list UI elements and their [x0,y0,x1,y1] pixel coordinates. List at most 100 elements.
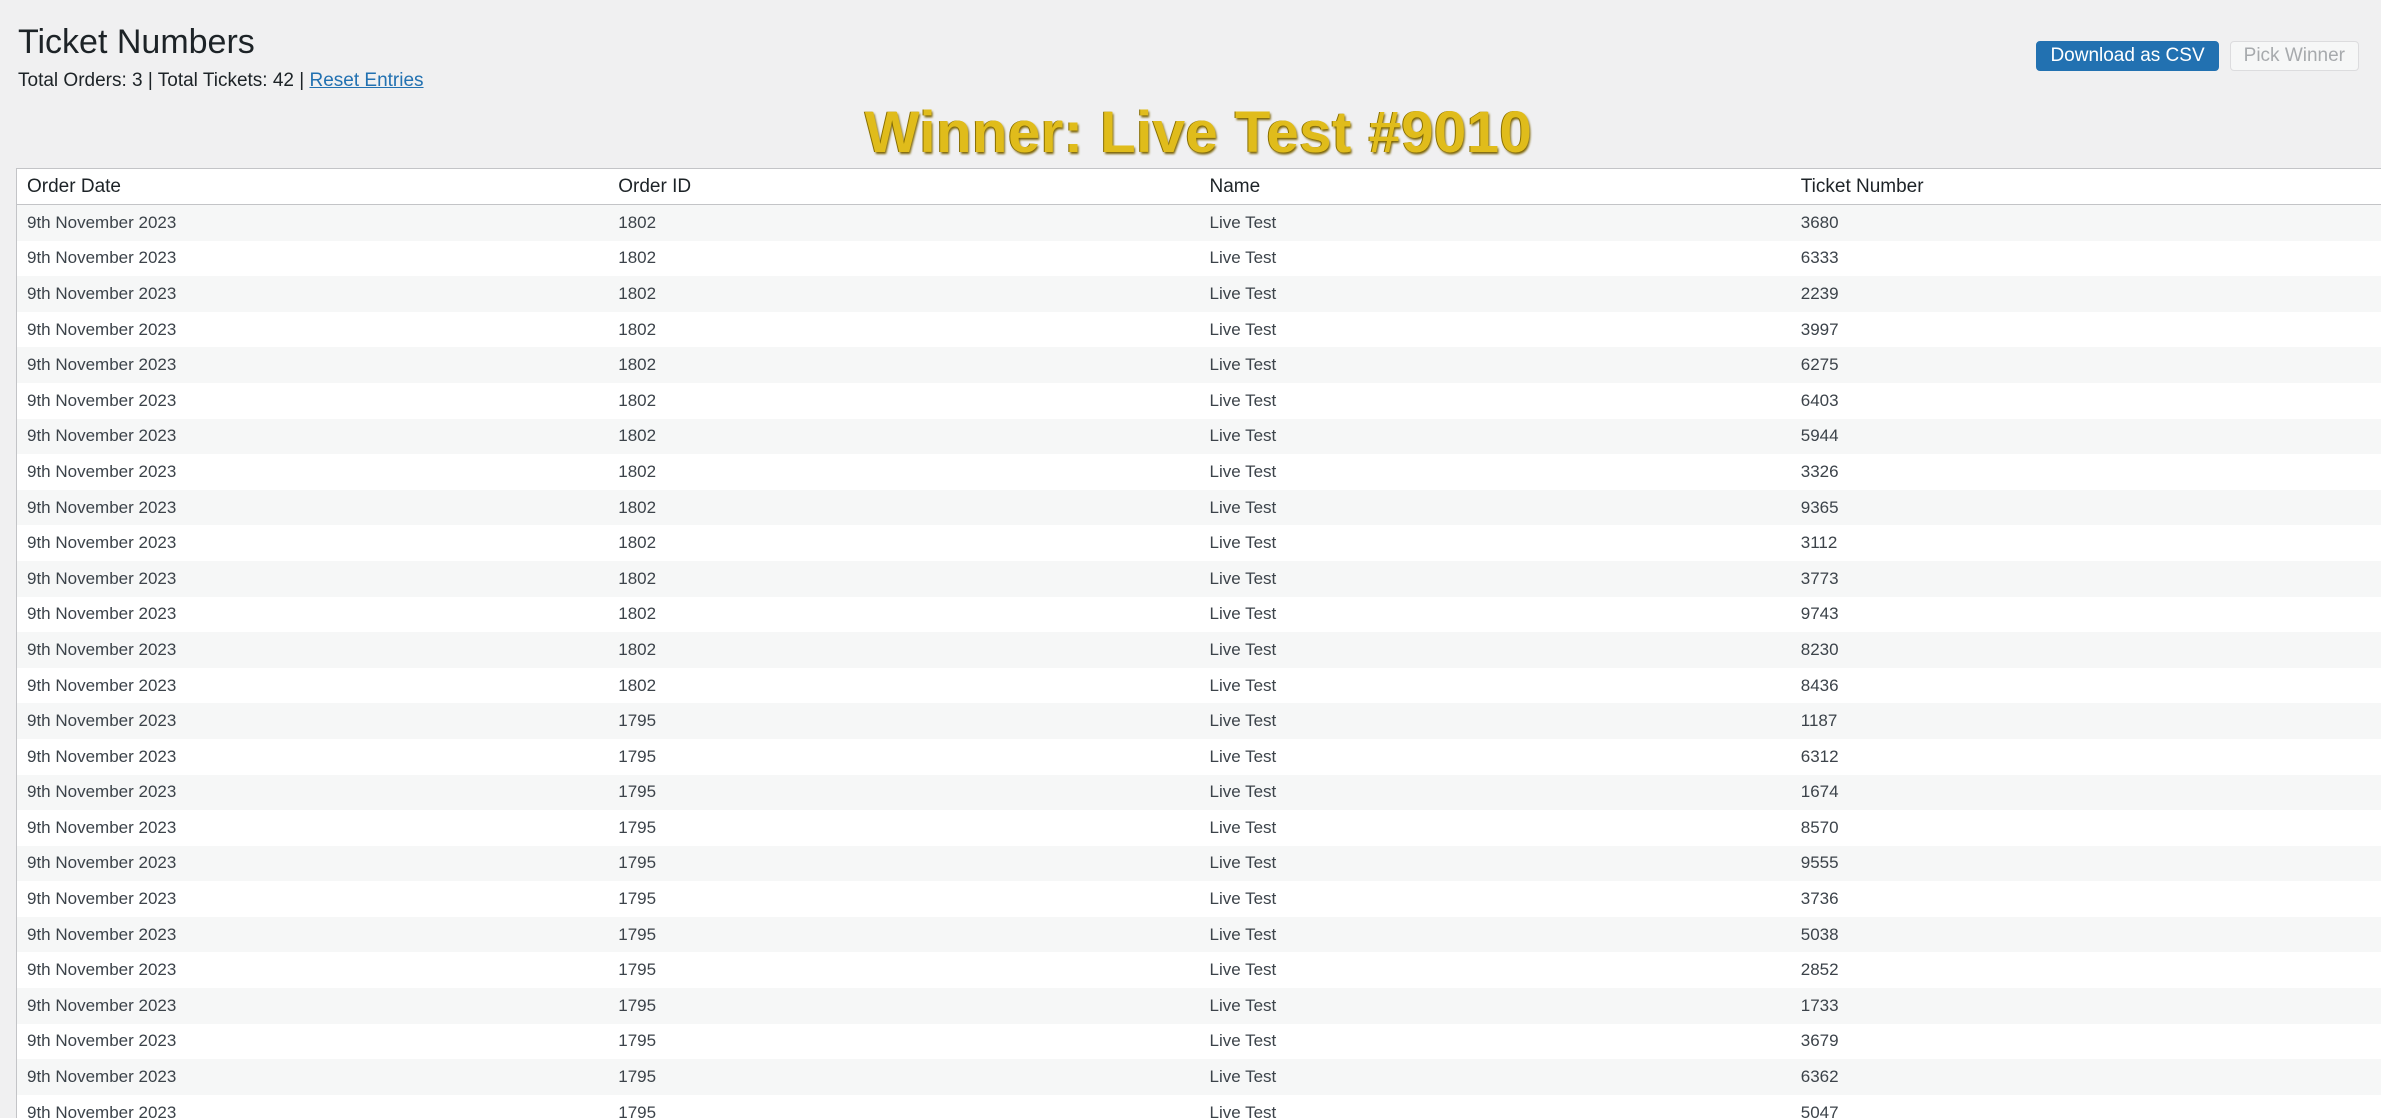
column-header-order-date: Order Date [17,169,609,205]
table-row: 9th November 2023 1795 Live Test 8570 [17,810,2381,846]
name-cell: Live Test [1199,667,1791,704]
order-date-cell: 9th November 2023 [17,347,609,383]
table-row: 9th November 2023 1802 Live Test 6333 [17,240,2381,277]
table-row: 9th November 2023 1795 Live Test 3679 [17,1023,2381,1060]
name-cell: Live Test [1199,703,1791,739]
tickets-table-container: Order Date Order ID Name Ticket Number 9… [16,168,2381,1118]
action-buttons: Download as CSV Pick Winner [2036,41,2359,71]
order-date-cell: 9th November 2023 [17,560,609,597]
order-id-cell: 1802 [608,454,1200,490]
order-id-cell: 1802 [608,418,1200,455]
order-date-cell: 9th November 2023 [17,489,609,526]
name-cell: Live Test [1199,596,1791,633]
table-row: 9th November 2023 1795 Live Test 5038 [17,916,2381,953]
order-date-cell: 9th November 2023 [17,525,609,561]
download-csv-button[interactable]: Download as CSV [2036,41,2219,71]
table-row: 9th November 2023 1795 Live Test 3736 [17,881,2381,917]
order-date-cell: 9th November 2023 [17,845,609,882]
name-cell: Live Test [1199,1094,1791,1118]
order-id-cell: 1802 [608,276,1200,312]
order-date-cell: 9th November 2023 [17,454,609,490]
reset-entries-link[interactable]: Reset Entries [309,70,423,91]
order-id-cell: 1802 [608,347,1200,383]
order-date-cell: 9th November 2023 [17,916,609,953]
ticket-number-cell: 6275 [1790,347,2381,383]
order-id-cell: 1802 [608,240,1200,277]
order-date-cell: 9th November 2023 [17,418,609,455]
order-id-cell: 1802 [608,667,1200,704]
name-cell: Live Test [1199,560,1791,597]
name-cell: Live Test [1199,525,1791,561]
ticket-number-cell: 6362 [1790,1059,2381,1095]
order-date-cell: 9th November 2023 [17,881,609,917]
table-row: 9th November 2023 1795 Live Test 6312 [17,738,2381,775]
table-row: 9th November 2023 1802 Live Test 3773 [17,560,2381,597]
table-row: 9th November 2023 1802 Live Test 3112 [17,525,2381,561]
pick-winner-button[interactable]: Pick Winner [2229,41,2359,71]
ticket-number-cell: 8230 [1790,632,2381,668]
ticket-number-cell: 3736 [1790,881,2381,917]
order-id-cell: 1795 [608,810,1200,846]
name-cell: Live Test [1199,738,1791,775]
name-cell: Live Test [1199,845,1791,882]
order-date-cell: 9th November 2023 [17,988,609,1024]
table-row: 9th November 2023 1795 Live Test 2852 [17,952,2381,989]
order-date-cell: 9th November 2023 [17,1059,609,1095]
order-id-cell: 1802 [608,632,1200,668]
order-date-cell: 9th November 2023 [17,810,609,846]
order-id-cell: 1802 [608,204,1200,241]
order-id-cell: 1795 [608,703,1200,739]
stats-text: Total Orders: 3 | Total Tickets: 42 | [18,70,305,91]
table-row: 9th November 2023 1802 Live Test 3326 [17,454,2381,490]
order-date-cell: 9th November 2023 [17,632,609,668]
name-cell: Live Test [1199,632,1791,668]
table-row: 9th November 2023 1802 Live Test 6403 [17,382,2381,419]
table-row: 9th November 2023 1802 Live Test 9743 [17,596,2381,633]
order-date-cell: 9th November 2023 [17,311,609,348]
name-cell: Live Test [1199,952,1791,989]
order-id-cell: 1795 [608,916,1200,953]
table-row: 9th November 2023 1802 Live Test 5944 [17,418,2381,455]
ticket-number-cell: 5038 [1790,916,2381,953]
ticket-number-cell: 6403 [1790,382,2381,419]
name-cell: Live Test [1199,454,1791,490]
table-row: 9th November 2023 1802 Live Test 3680 [17,204,2381,241]
ticket-number-cell: 3997 [1790,311,2381,348]
order-date-cell: 9th November 2023 [17,774,609,811]
order-id-cell: 1802 [608,382,1200,419]
order-date-cell: 9th November 2023 [17,1023,609,1060]
ticket-number-cell: 9555 [1790,845,2381,882]
table-row: 9th November 2023 1795 Live Test 1674 [17,774,2381,811]
name-cell: Live Test [1199,311,1791,348]
name-cell: Live Test [1199,810,1791,846]
ticket-number-cell: 1674 [1790,774,2381,811]
order-id-cell: 1795 [608,1059,1200,1095]
ticket-number-cell: 9743 [1790,596,2381,633]
ticket-numbers-page: Ticket Numbers Total Orders: 3 | Total T… [0,0,2381,1118]
name-cell: Live Test [1199,276,1791,312]
order-id-cell: 1795 [608,845,1200,882]
column-header-order-id: Order ID [608,169,1200,205]
table-row: 9th November 2023 1795 Live Test 5047 [17,1094,2381,1118]
order-date-cell: 9th November 2023 [17,276,609,312]
column-header-ticket-number: Ticket Number [1790,169,2381,205]
table-row: 9th November 2023 1802 Live Test 6275 [17,347,2381,383]
order-id-cell: 1795 [608,774,1200,811]
table-row: 9th November 2023 1795 Live Test 6362 [17,1059,2381,1095]
order-date-cell: 9th November 2023 [17,382,609,419]
order-date-cell: 9th November 2023 [17,204,609,241]
ticket-number-cell: 1733 [1790,988,2381,1024]
ticket-number-cell: 8570 [1790,810,2381,846]
ticket-number-cell: 3326 [1790,454,2381,490]
order-id-cell: 1795 [608,952,1200,989]
table-body: 9th November 2023 1802 Live Test 3680 9th No… [17,204,2381,1118]
table-row: 9th November 2023 1802 Live Test 9365 [17,489,2381,526]
ticket-number-cell: 2239 [1790,276,2381,312]
ticket-number-cell: 5047 [1790,1094,2381,1118]
name-cell: Live Test [1199,489,1791,526]
order-id-cell: 1795 [608,1023,1200,1060]
ticket-number-cell: 6312 [1790,738,2381,775]
order-date-cell: 9th November 2023 [17,738,609,775]
table-row: 9th November 2023 1802 Live Test 8436 [17,667,2381,704]
ticket-number-cell: 9365 [1790,489,2381,526]
